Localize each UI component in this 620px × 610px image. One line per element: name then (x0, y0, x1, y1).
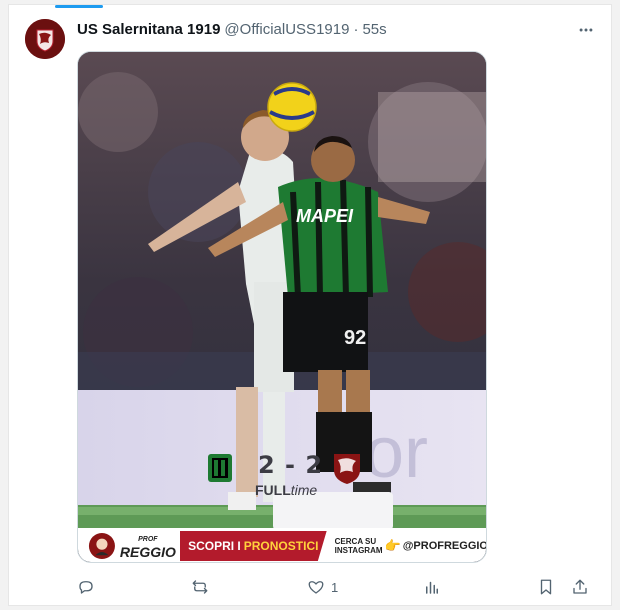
more-dots-icon (579, 28, 593, 32)
football-icon (267, 82, 317, 132)
insta-line1: CERCA SU (334, 537, 377, 546)
views-button[interactable] (423, 577, 441, 597)
sassuolo-crest-icon (208, 454, 232, 482)
like-button[interactable]: 1 (307, 577, 338, 597)
retweet-icon (192, 580, 208, 594)
fulltime-label: FULLtime (255, 482, 317, 498)
salernitana-crest-icon (25, 19, 65, 59)
jersey-sponsor: MAPEI (296, 206, 354, 226)
sponsor-banner: PROF REGGIO SCOPRI I PRONOSTICI CERCA SU… (78, 528, 487, 562)
fulltime-rest: time (290, 482, 318, 498)
handle[interactable]: @OfficialUSS1919 (224, 21, 349, 38)
tweet-actions: 1 (77, 573, 605, 601)
tweet-media-image[interactable]: cor MAPEI 92 2 - 2 FULLtime PROF REGGIO … (77, 51, 487, 563)
insta-line2: INSTAGRAM (334, 546, 383, 555)
match-score: 2 - 2 (258, 451, 324, 479)
prof-reggio-logo: PROF REGGIO (119, 534, 176, 560)
more-options-button[interactable] (575, 19, 597, 41)
tweet-card[interactable]: US Salernitana 1919 @OfficialUSS1919 · 5… (8, 4, 612, 606)
cta-highlight: PRONOSTICI (243, 539, 319, 553)
pointing-hand-icon: 👉 (384, 538, 401, 553)
active-indicator (55, 5, 103, 8)
instagram-label: CERCA SU INSTAGRAM (335, 537, 383, 555)
timestamp[interactable]: 55s (362, 21, 386, 38)
cta-banner: SCOPRI I PRONOSTICI (179, 531, 327, 561)
display-name[interactable]: US Salernitana 1919 (77, 21, 220, 38)
retweet-button[interactable] (191, 577, 209, 597)
avatar[interactable] (25, 19, 65, 59)
bookmark-icon (540, 579, 552, 595)
separator: · (353, 20, 359, 38)
bookmark-button[interactable] (537, 577, 555, 597)
share-button[interactable] (571, 577, 589, 597)
reggio-label: REGGIO (119, 544, 176, 560)
instagram-handle: @PROFREGGIO (402, 540, 487, 552)
reply-button[interactable] (77, 577, 95, 597)
prof-reggio-seal-icon (88, 532, 115, 560)
fulltime-bold: FULL (255, 482, 291, 498)
reply-icon (79, 581, 93, 594)
like-count: 1 (331, 579, 339, 595)
jersey-number: 92 (344, 327, 366, 349)
tweet-header: US Salernitana 1919 @OfficialUSS1919 · 5… (77, 19, 387, 39)
heart-icon (308, 581, 324, 594)
cta-text: SCOPRI I (188, 539, 241, 553)
page-background: US Salernitana 1919 @OfficialUSS1919 · 5… (0, 0, 620, 610)
analytics-bars-icon (426, 581, 438, 594)
share-icon (573, 579, 587, 594)
